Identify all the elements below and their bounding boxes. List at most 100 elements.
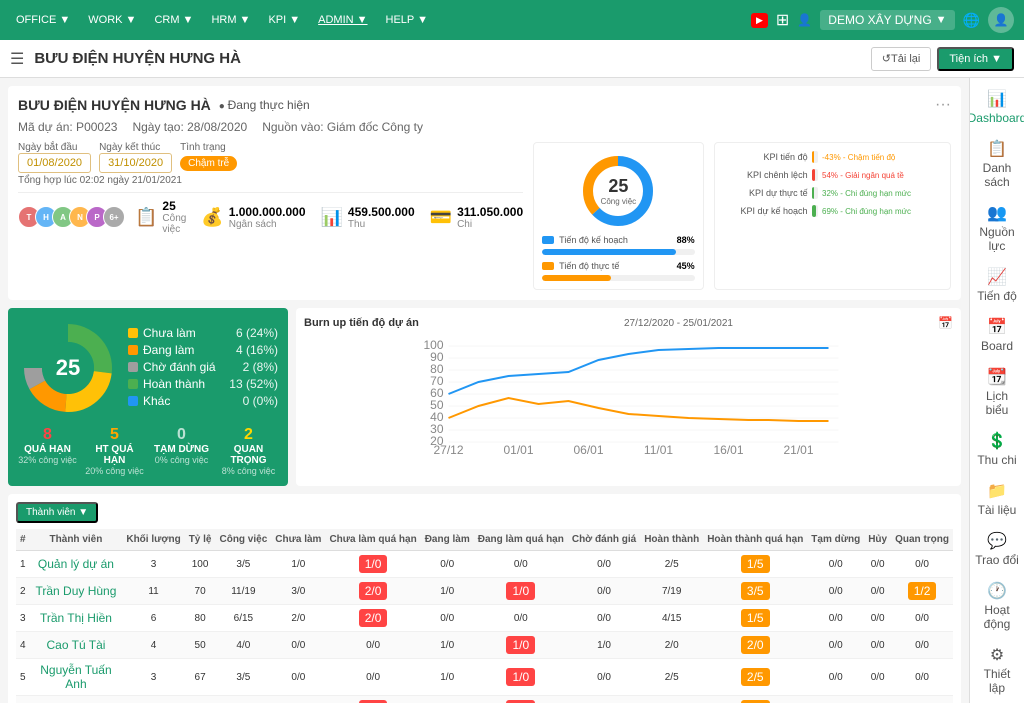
nav-crm[interactable]: CRM ▼ — [148, 10, 199, 30]
circular-donut: 25 Công việc — [578, 151, 658, 231]
ngay-bat-dau-label: Ngày bắt đầu — [18, 142, 91, 153]
donut-container: 25 Chưa làm 6 (24%) Đang làm — [18, 318, 278, 418]
table-row: 3Trần Thị Hiền6806/152/02/00/00/00/04/15… — [16, 605, 953, 632]
chi-label: Chi — [457, 219, 523, 230]
svg-text:16/01: 16/01 — [713, 443, 743, 456]
tiendo-kehoach-pct: 88% — [677, 235, 695, 245]
stat-chi: 💳 311.050.000 Chi — [430, 205, 524, 230]
demo-dropdown[interactable]: DEMO XÂY DỰNG ▼ — [820, 10, 954, 30]
traodoi-label: Trao đổi — [975, 553, 1019, 567]
sidebar-dashboard[interactable]: 📊 Dashboard — [970, 83, 1024, 131]
legend-chodanhgia: Chờ đánh giá 2 (8%) — [128, 360, 278, 374]
legend-chualam: Chưa làm 6 (24%) — [128, 326, 278, 340]
col-dangqh: Đang làm quá hạn — [474, 529, 568, 551]
reload-button[interactable]: ↺Tải lại — [871, 47, 932, 71]
demo-label: DEMO XÂY DỰNG — [828, 13, 931, 27]
nav-help[interactable]: HELP ▼ — [380, 10, 434, 30]
htquahan-num: 5 — [85, 426, 144, 444]
nav-work[interactable]: WORK ▼ — [82, 10, 142, 30]
user-menu[interactable]: 👤 — [988, 7, 1014, 33]
board-icon: 📅 — [987, 317, 1007, 337]
project-card: BƯU ĐIỆN HUYỆN HƯNG HÀ ● Đang thực hiện … — [8, 86, 961, 300]
sidebar-traodoi[interactable]: 💬 Trao đổi — [970, 525, 1024, 573]
project-meta: Mã dự án: P00023 Ngày tạo: 28/08/2020 Ng… — [18, 120, 951, 134]
folder-icon: 📁 — [987, 481, 1007, 501]
col-tyle: Tỷ lệ — [185, 529, 216, 551]
project-header: BƯU ĐIỆN HUYỆN HƯNG HÀ ● Đang thực hiện … — [18, 96, 951, 114]
nav-admin[interactable]: ADMIN ▼ — [312, 10, 373, 30]
burnup-title: Burn up tiến độ dự án — [304, 317, 419, 329]
tinh-trang-label: Tình trạng — [180, 142, 237, 153]
page-title: BƯU ĐIỆN HUYỆN HƯNG HÀ — [34, 50, 860, 67]
table-row: 1Quản lý dự án31003/51/01/00/00/00/02/51… — [16, 551, 953, 578]
thu-label: Thu — [348, 219, 415, 230]
hamburger-menu[interactable]: ☰ — [10, 49, 24, 69]
svg-text:01/01: 01/01 — [503, 443, 533, 456]
project-title: BƯU ĐIỆN HUYỆN HƯNG HÀ — [18, 97, 211, 113]
kpi-bar-4: KPI dự kế hoạch 69% - Chi đúng hạn mức — [723, 205, 942, 217]
overdue-htquahan: 5 HT QUÁ HẠN 20% công việc — [85, 426, 144, 476]
blue-legend — [542, 236, 554, 244]
list-icon: 📋 — [987, 139, 1007, 159]
grid-icon[interactable]: ⊞ — [776, 10, 789, 30]
sidebar-danhsach[interactable]: 📋 Danh sách — [970, 133, 1024, 195]
col-qt: Quan trọng — [891, 529, 953, 551]
tienich-button[interactable]: Tiện ích ▼ — [937, 47, 1014, 71]
col-hoanqh: Hoàn thành quá hạn — [703, 529, 807, 551]
overdue-tamdung: 0 TẠM DỪNG 0% công việc — [152, 426, 211, 476]
stat-congviec: 📋 25 Công việc — [135, 199, 186, 235]
overdue-row: 8 QUÁ HẠN 32% công việc 5 HT QUÁ HẠN 20%… — [18, 426, 278, 476]
legend-khac: Khác 0 (0%) — [128, 394, 278, 408]
avatar-more: 6+ — [103, 206, 125, 228]
people-icon: 👥 — [987, 203, 1007, 223]
donut-center-num: 25 — [56, 355, 80, 381]
congviec-num: 25 — [162, 199, 186, 213]
nav-kpi[interactable]: KPI ▼ — [262, 10, 306, 30]
sidebar-tiendo[interactable]: 📈 Tiến độ — [970, 261, 1024, 309]
tinh-trang-value: Chậm trễ — [180, 156, 237, 171]
legend-dot-chodanhgia — [128, 362, 138, 372]
legend-dot-hoanthanh — [128, 379, 138, 389]
tailieu-label: Tài liệu — [978, 503, 1017, 517]
col-thanhvien: Thành viên — [30, 529, 123, 551]
sidebar-hoatdong[interactable]: 🕐 Hoạt động — [970, 575, 1024, 637]
ngansach-num: 1.000.000.000 — [229, 205, 306, 219]
secondary-navigation: ☰ BƯU ĐIỆN HUYỆN HƯNG HÀ ↺Tải lại Tiện í… — [0, 40, 1024, 78]
table-body: 1Quản lý dự án31003/51/01/00/00/00/02/51… — [16, 551, 953, 703]
youtube-icon[interactable]: ▶ — [751, 13, 768, 28]
sidebar-lichbieu[interactable]: 📆 Lịch biểu — [970, 361, 1024, 423]
sidebar-tailieu[interactable]: 📁 Tài liệu — [970, 475, 1024, 523]
sidebar-thietlap[interactable]: ⚙ Thiết lập — [970, 639, 1024, 701]
chi-num: 311.050.000 — [457, 205, 523, 219]
sidebar-nguonluc[interactable]: 👥 Nguồn lực — [970, 197, 1024, 259]
sidebar-board[interactable]: 📅 Board — [970, 311, 1024, 359]
globe-icon[interactable]: 🌐 — [963, 12, 980, 29]
settings-icon: ⚙ — [990, 645, 1004, 665]
nav-office[interactable]: OFFICE ▼ — [10, 10, 76, 30]
date-row: Ngày bắt đầu 01/08/2020 Ngày kết thúc 31… — [18, 142, 523, 169]
burnup-chart-svg: 100 90 80 70 60 50 40 30 20 27/12 01/01 … — [304, 336, 953, 456]
col-id: # — [16, 529, 30, 551]
kpi-bar-3: KPI dự thực tế 32% - Chi đúng hạn mức — [723, 187, 942, 199]
tiendo-thucte-pct: 45% — [677, 261, 695, 271]
stat-ngansach: 💰 1.000.000.000 Ngân sách — [201, 205, 305, 230]
board-label: Board — [981, 339, 1013, 353]
table-header-row: # Thành viên Khối lượng Tỷ lệ Công việc … — [16, 529, 953, 551]
table-row: 2Trần Duy Hùng117011/193/02/01/01/00/07/… — [16, 578, 953, 605]
dang-thuc-hien-indicator: ● Đang thực hiện — [219, 98, 310, 112]
col-cho: Chờ đánh giá — [568, 529, 640, 551]
quahan-num: 8 — [18, 426, 77, 444]
avatar-group: T H A N P 6+ — [18, 206, 120, 228]
kpi-bars: KPI tiến độ -43% - Chậm tiến độ KPI chên… — [723, 151, 942, 217]
nav-hrm[interactable]: HRM ▼ — [205, 10, 256, 30]
main-layout: BƯU ĐIỆN HUYỆN HƯNG HÀ ● Đang thực hiện … — [0, 78, 1024, 703]
sidebar-thuchi[interactable]: 💲 Thu chi — [970, 425, 1024, 473]
chat-icon: 💬 — [987, 531, 1007, 551]
burnup-calendar-icon[interactable]: 📅 — [938, 316, 953, 330]
thanh-vien-button[interactable]: Thành viên ▼ — [16, 502, 98, 523]
total-row: Tổng hợp lúc 02:02 ngày 21/01/2021 — [18, 175, 523, 186]
more-options-button[interactable]: ··· — [935, 96, 951, 114]
kpi-bar-2: KPI chênh lệch 54% - Giải ngân quá tề — [723, 169, 942, 181]
danhsach-label: Danh sách — [974, 161, 1020, 189]
legend-dot-danglam — [128, 345, 138, 355]
